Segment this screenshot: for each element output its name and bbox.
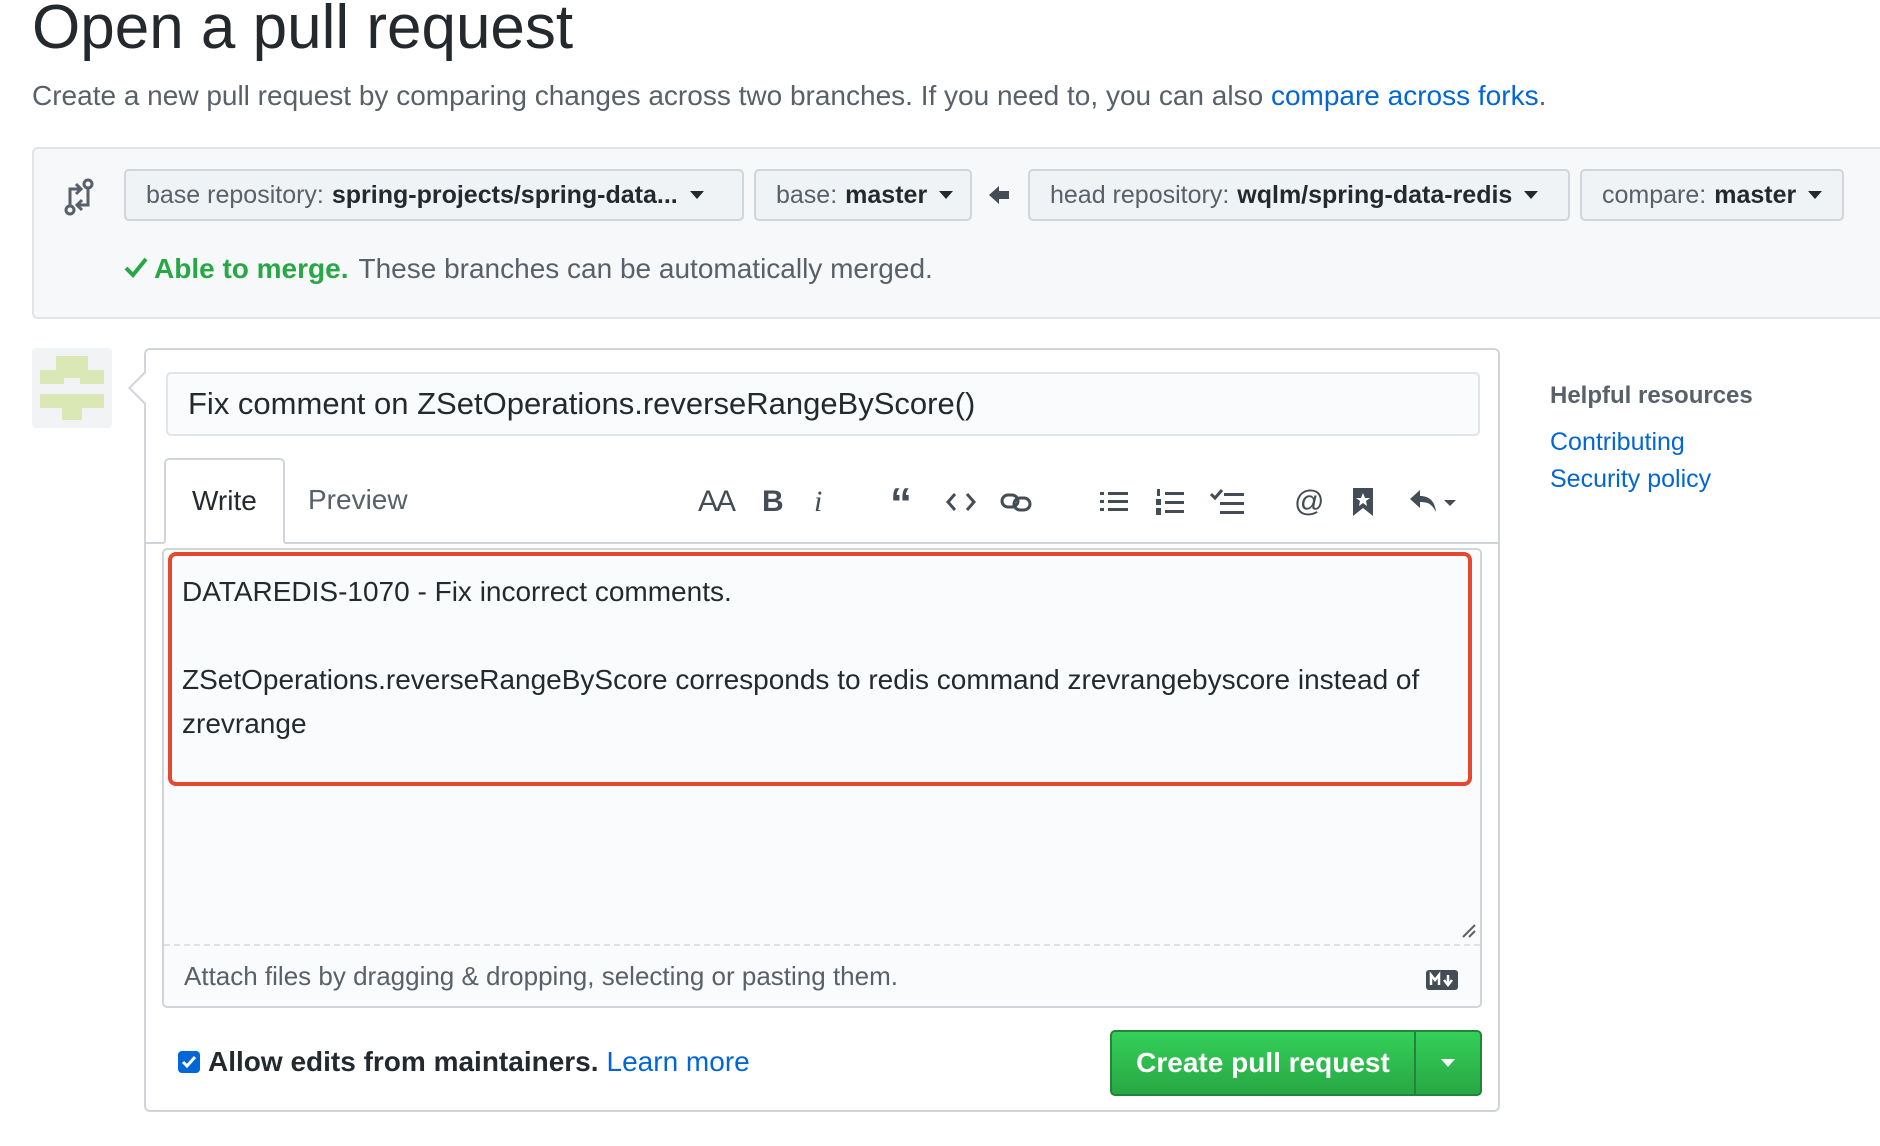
arrow-left-icon: [988, 184, 1010, 206]
reply-icon[interactable]: [1408, 484, 1456, 520]
helpful-resources: Helpful resources Contributing Security …: [1550, 382, 1753, 502]
check-icon: [124, 253, 148, 285]
merge-status-text: These branches can be automatically merg…: [358, 253, 933, 284]
compare-branch-value: master: [1714, 180, 1797, 209]
mention-icon[interactable]: @: [1294, 484, 1324, 520]
page-title: Open a pull request: [32, 0, 574, 62]
tab-write[interactable]: Write: [164, 458, 285, 544]
chevron-down-icon: [1524, 191, 1539, 199]
markdown-icon[interactable]: [1426, 966, 1458, 990]
pull-request-title-input[interactable]: [166, 372, 1480, 436]
create-pull-request-button-group: Create pull request: [1110, 1030, 1482, 1096]
base-repository-select[interactable]: base repository: spring-projects/spring-…: [124, 169, 744, 221]
subtitle-text: Create a new pull request by comparing c…: [32, 80, 1271, 111]
head-repository-label: head repository:: [1050, 180, 1230, 209]
code-icon[interactable]: [946, 484, 976, 520]
head-repository-value: wqlm/spring-data-redis: [1237, 180, 1513, 209]
chevron-down-icon: [1441, 1059, 1455, 1067]
chevron-down-icon: [689, 191, 704, 199]
compare-across-forks-link[interactable]: compare across forks: [1271, 80, 1539, 111]
compare-branch-label: compare:: [1602, 180, 1707, 209]
attach-files-bar[interactable]: Attach files by dragging & dropping, sel…: [164, 944, 1480, 1006]
learn-more-link[interactable]: Learn more: [607, 1046, 750, 1078]
base-branch-label: base:: [776, 180, 838, 209]
unordered-list-icon[interactable]: [1100, 484, 1128, 520]
chevron-down-icon: [1808, 191, 1823, 199]
head-repository-select[interactable]: head repository: wqlm/spring-data-redis: [1028, 169, 1570, 221]
contributing-link[interactable]: Contributing: [1550, 428, 1753, 457]
base-branch-value: master: [845, 180, 928, 209]
form-pointer: [128, 371, 162, 405]
italic-icon[interactable]: i: [814, 484, 822, 520]
chevron-down-icon: [939, 191, 954, 199]
editor-tabs: Write Preview AA B i “ @: [146, 458, 1498, 544]
create-pull-request-button[interactable]: Create pull request: [1112, 1032, 1414, 1094]
security-policy-link[interactable]: Security policy: [1550, 465, 1753, 494]
task-list-icon[interactable]: [1210, 484, 1244, 520]
link-icon[interactable]: [1000, 484, 1032, 520]
base-repository-label: base repository:: [146, 180, 324, 209]
ordered-list-icon[interactable]: [1156, 484, 1184, 520]
branch-range-editor: base repository: spring-projects/spring-…: [32, 147, 1880, 319]
quote-icon[interactable]: “: [890, 479, 912, 528]
tab-preview[interactable]: Preview: [282, 458, 434, 542]
bold-icon[interactable]: B: [762, 484, 784, 520]
merge-status: Able to merge. These branches can be aut…: [124, 253, 933, 285]
attach-files-text: Attach files by dragging & dropping, sel…: [184, 960, 898, 991]
git-compare-icon: [62, 177, 96, 217]
resize-handle-icon[interactable]: [1460, 922, 1476, 938]
merge-ok-text: Able to merge.: [154, 253, 349, 284]
base-repository-value: spring-projects/spring-data...: [331, 180, 678, 209]
page-subtitle: Create a new pull request by comparing c…: [32, 80, 1546, 112]
allow-edits-label: Allow edits from maintainers.: [208, 1046, 599, 1077]
avatar[interactable]: [32, 348, 112, 428]
subtitle-end: .: [1538, 80, 1547, 111]
saved-reply-icon[interactable]: [1352, 484, 1374, 520]
create-options-dropdown[interactable]: [1414, 1032, 1480, 1094]
compare-branch-select[interactable]: compare: master: [1580, 169, 1844, 221]
allow-edits-option: Allow edits from maintainers. Learn more: [178, 1046, 750, 1078]
allow-edits-checkbox[interactable]: [178, 1051, 200, 1073]
pull-request-form: Write Preview AA B i “ @ DATAREDIS-1070 …: [128, 348, 1500, 1112]
text-size-icon[interactable]: AA: [698, 484, 736, 520]
helpful-resources-title: Helpful resources: [1550, 382, 1753, 409]
pull-request-body-text[interactable]: DATAREDIS-1070 - Fix incorrect comments.…: [168, 552, 1472, 786]
pull-request-body-editor[interactable]: DATAREDIS-1070 - Fix incorrect comments.…: [162, 548, 1482, 1008]
base-branch-select[interactable]: base: master: [754, 169, 972, 221]
check-icon: [181, 1056, 197, 1069]
identicon-icon: [40, 356, 104, 420]
